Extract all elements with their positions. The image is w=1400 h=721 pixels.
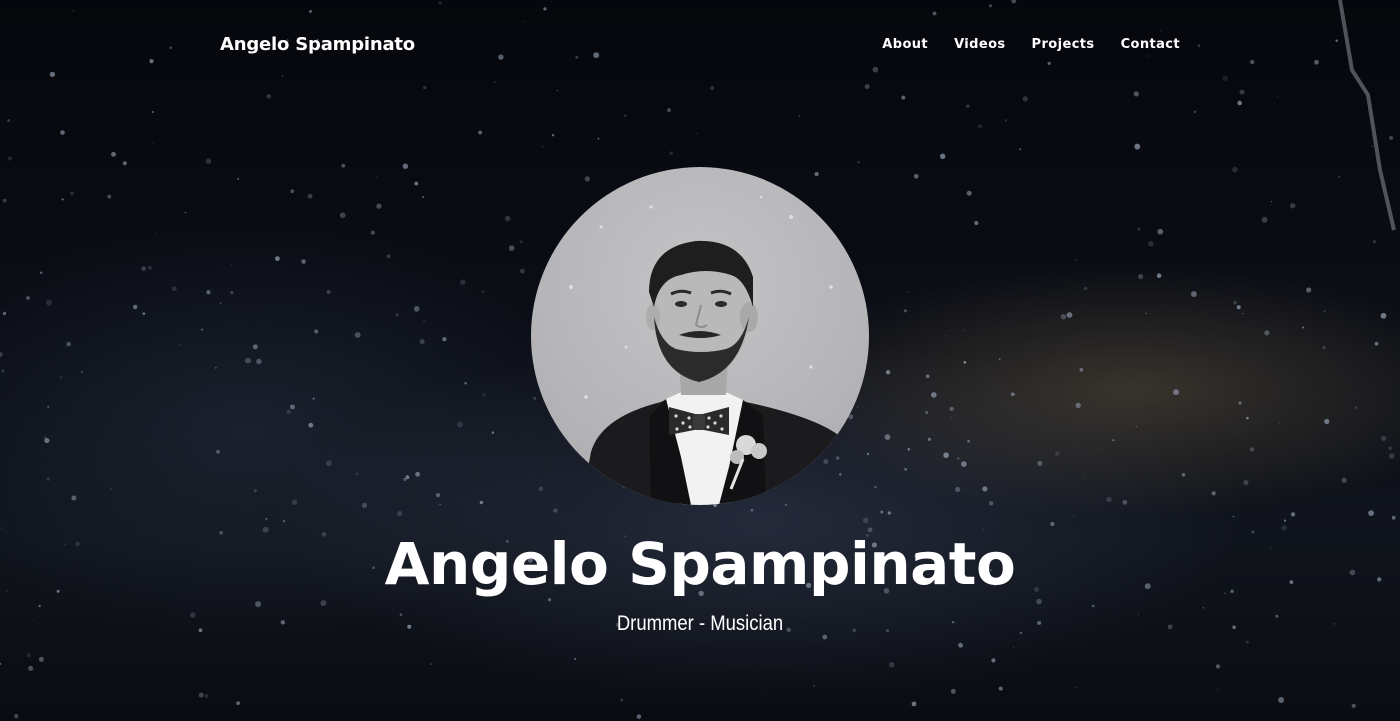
hero-title: Angelo Spampinato — [384, 530, 1016, 598]
navbar: Angelo Spampinato About Videos Projects … — [0, 0, 1400, 90]
nav-link-about[interactable]: About — [882, 37, 928, 52]
nav-link-contact[interactable]: Contact — [1121, 37, 1180, 52]
nav-link-videos[interactable]: Videos — [954, 37, 1005, 52]
hero-page: Angelo Spampinato About Videos Projects … — [0, 0, 1400, 721]
nav-link-projects[interactable]: Projects — [1032, 37, 1095, 52]
hero-subtitle: Drummer - Musician — [616, 612, 784, 635]
nav-links: About Videos Projects Contact — [882, 37, 1180, 52]
brand-logo-link[interactable]: Angelo Spampinato — [220, 34, 415, 55]
profile-portrait — [531, 167, 869, 505]
